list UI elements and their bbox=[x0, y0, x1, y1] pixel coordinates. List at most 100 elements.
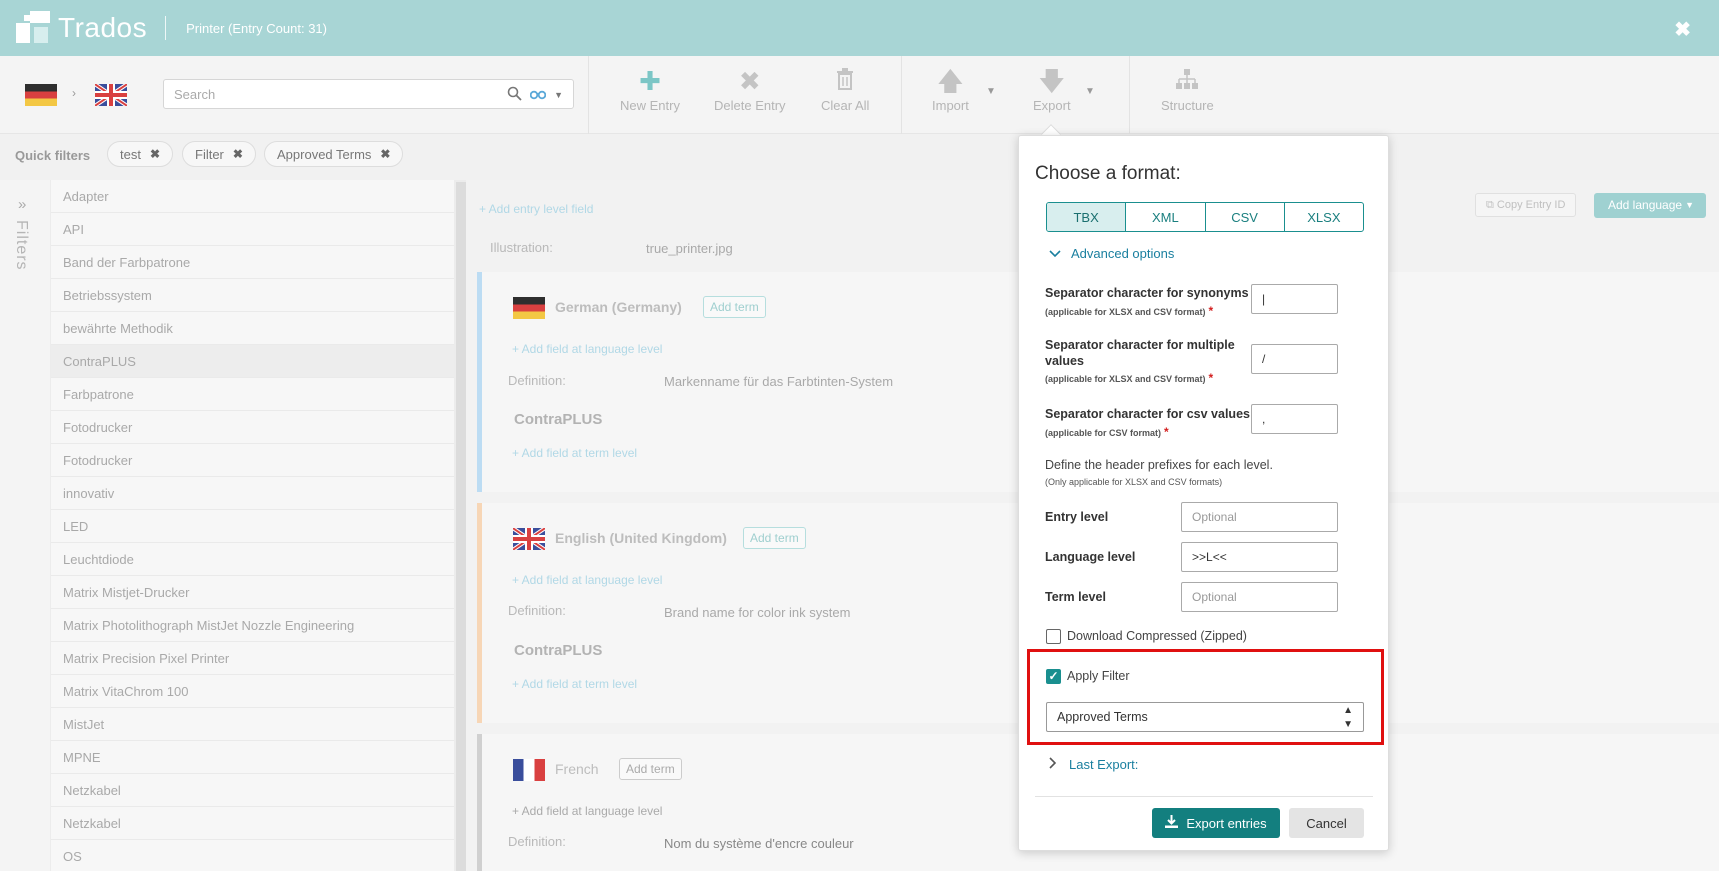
export-caret-icon[interactable]: ▼ bbox=[1085, 86, 1095, 97]
term-level-input[interactable]: Optional bbox=[1181, 582, 1338, 612]
copy-entry-id-button[interactable]: ⧉ Copy Entry ID bbox=[1475, 193, 1577, 217]
list-item[interactable]: Matrix VitaChrom 100 bbox=[51, 675, 454, 708]
chip-label: Filter bbox=[195, 146, 224, 162]
export-button[interactable]: 🡇 Export bbox=[1033, 64, 1071, 113]
list-item[interactable]: MPNE bbox=[51, 741, 454, 774]
quick-filter-chip[interactable]: Approved Terms ✖ bbox=[264, 141, 404, 167]
list-item[interactable]: Matrix Mistjet-Drucker bbox=[51, 576, 454, 609]
sep-csv-input[interactable]: , bbox=[1251, 404, 1338, 434]
highlight-box bbox=[1027, 649, 1384, 745]
download-compressed-checkbox[interactable] bbox=[1046, 629, 1061, 644]
format-csv[interactable]: CSV bbox=[1206, 203, 1285, 231]
export-entries-button[interactable]: Export entries bbox=[1152, 808, 1280, 838]
list-item[interactable]: bewährte Methodik bbox=[51, 312, 454, 345]
list-item-selected[interactable]: ContraPLUS bbox=[51, 345, 454, 378]
add-field-term-link[interactable]: + Add field at term level bbox=[512, 446, 637, 460]
illustration-value: true_printer.jpg bbox=[646, 241, 733, 256]
quick-filter-chip[interactable]: test ✖ bbox=[107, 141, 174, 167]
advanced-options-toggle[interactable]: Advanced options bbox=[1049, 246, 1174, 261]
add-term-button[interactable]: Add term bbox=[743, 527, 806, 549]
list-item[interactable]: Matrix Photolithograph MistJet Nozzle En… bbox=[51, 609, 454, 642]
hierarchy-icon bbox=[1175, 64, 1199, 98]
filters-rail[interactable]: » Filters bbox=[0, 180, 50, 871]
language-level-input[interactable]: >>L<< bbox=[1181, 542, 1338, 572]
format-xml[interactable]: XML bbox=[1126, 203, 1206, 231]
add-term-button[interactable]: Add term bbox=[703, 296, 766, 318]
format-xlsx[interactable]: XLSX bbox=[1285, 203, 1363, 231]
list-item[interactable]: Fotodrucker bbox=[51, 444, 454, 477]
clear-all-label: Clear All bbox=[821, 98, 870, 113]
add-term-button[interactable]: Add term bbox=[619, 758, 682, 780]
add-field-language-link[interactable]: + Add field at language level bbox=[512, 804, 662, 818]
list-item[interactable]: Netzkabel bbox=[51, 807, 454, 840]
language-color-bar bbox=[477, 272, 482, 492]
export-label: Export bbox=[1033, 98, 1071, 113]
delete-x-icon: ✖ bbox=[738, 66, 761, 96]
trash-icon bbox=[836, 64, 854, 98]
quick-filter-chip[interactable]: Filter ✖ bbox=[182, 141, 256, 167]
list-item[interactable]: OS bbox=[51, 840, 454, 871]
structure-label: Structure bbox=[1161, 98, 1214, 113]
list-item[interactable]: Matrix Precision Pixel Printer bbox=[51, 642, 454, 675]
sep-csv-sub: (applicable for CSV format) * bbox=[1045, 425, 1169, 439]
delete-entry-button[interactable]: ✖ Delete Entry bbox=[714, 64, 786, 113]
list-item[interactable]: innovativ bbox=[51, 477, 454, 510]
list-item[interactable]: Fotodrucker bbox=[51, 411, 454, 444]
remove-chip-icon[interactable]: ✖ bbox=[150, 147, 160, 161]
target-language-flag-icon[interactable] bbox=[95, 84, 127, 106]
double-chevron-right-icon[interactable]: » bbox=[18, 196, 26, 213]
search-options-chevron-icon[interactable]: ▼ bbox=[554, 90, 563, 100]
sep-multi-input[interactable]: / bbox=[1251, 344, 1338, 374]
add-entry-field-link[interactable]: + Add entry level field bbox=[479, 202, 593, 216]
download-compressed-label: Download Compressed (Zipped) bbox=[1067, 629, 1247, 643]
add-field-language-link[interactable]: + Add field at language level bbox=[512, 573, 662, 587]
toolbar-divider bbox=[588, 56, 589, 134]
clear-all-button[interactable]: Clear All bbox=[821, 64, 869, 113]
term-name[interactable]: ContraPLUS bbox=[514, 411, 602, 428]
term-level-label: Term level bbox=[1045, 590, 1106, 604]
term-name[interactable]: ContraPLUS bbox=[514, 642, 602, 659]
import-caret-icon[interactable]: ▼ bbox=[986, 86, 996, 97]
delete-entry-label: Delete Entry bbox=[714, 98, 786, 113]
arrow-down-icon: 🡇 bbox=[1038, 66, 1066, 96]
close-icon[interactable]: ✖ bbox=[1674, 17, 1691, 42]
search-icon[interactable] bbox=[507, 86, 522, 104]
format-tbx[interactable]: TBX bbox=[1047, 203, 1127, 231]
cancel-button[interactable]: Cancel bbox=[1289, 808, 1364, 838]
list-item[interactable]: MistJet bbox=[51, 708, 454, 741]
list-item[interactable]: Adapter bbox=[51, 180, 454, 213]
format-selector: TBX XML CSV XLSX bbox=[1046, 202, 1364, 232]
last-export-toggle[interactable]: Last Export: bbox=[1049, 757, 1138, 772]
language-color-bar bbox=[477, 503, 482, 723]
structure-button[interactable]: Structure bbox=[1161, 64, 1214, 113]
uk-flag-icon bbox=[513, 528, 545, 550]
binoculars-icon[interactable] bbox=[529, 88, 547, 103]
advanced-options-label: Advanced options bbox=[1071, 246, 1175, 261]
remove-chip-icon[interactable]: ✖ bbox=[380, 147, 390, 161]
language-name: French bbox=[555, 761, 599, 777]
list-item[interactable]: Band der Farbpatrone bbox=[51, 246, 454, 279]
header-separator bbox=[165, 16, 167, 40]
list-scrollbar[interactable] bbox=[456, 182, 466, 871]
sep-synonyms-label: Separator character for synonyms bbox=[1045, 286, 1249, 300]
list-item[interactable]: Farbpatrone bbox=[51, 378, 454, 411]
list-item[interactable]: Betriebssystem bbox=[51, 279, 454, 312]
sep-synonyms-input[interactable]: | bbox=[1251, 284, 1338, 314]
remove-chip-icon[interactable]: ✖ bbox=[233, 147, 243, 161]
source-language-flag-icon[interactable] bbox=[25, 84, 57, 106]
add-field-language-link[interactable]: + Add field at language level bbox=[512, 342, 662, 356]
add-language-button[interactable]: Add language ▼ bbox=[1594, 193, 1706, 218]
toolbar-divider bbox=[901, 56, 902, 134]
list-item[interactable]: Leuchtdiode bbox=[51, 543, 454, 576]
new-entry-button[interactable]: ✚ New Entry bbox=[620, 64, 680, 113]
add-field-term-link[interactable]: + Add field at term level bbox=[512, 677, 637, 691]
search-input[interactable] bbox=[164, 80, 494, 108]
list-item[interactable]: Netzkabel bbox=[51, 774, 454, 807]
new-entry-label: New Entry bbox=[620, 98, 680, 113]
import-button[interactable]: 🡅 Import bbox=[932, 64, 969, 113]
search-box: ▼ bbox=[163, 79, 574, 109]
sep-multi-sub: (applicable for XLSX and CSV format) * bbox=[1045, 371, 1214, 385]
list-item[interactable]: API bbox=[51, 213, 454, 246]
list-item[interactable]: LED bbox=[51, 510, 454, 543]
entry-level-input[interactable]: Optional bbox=[1181, 502, 1338, 532]
